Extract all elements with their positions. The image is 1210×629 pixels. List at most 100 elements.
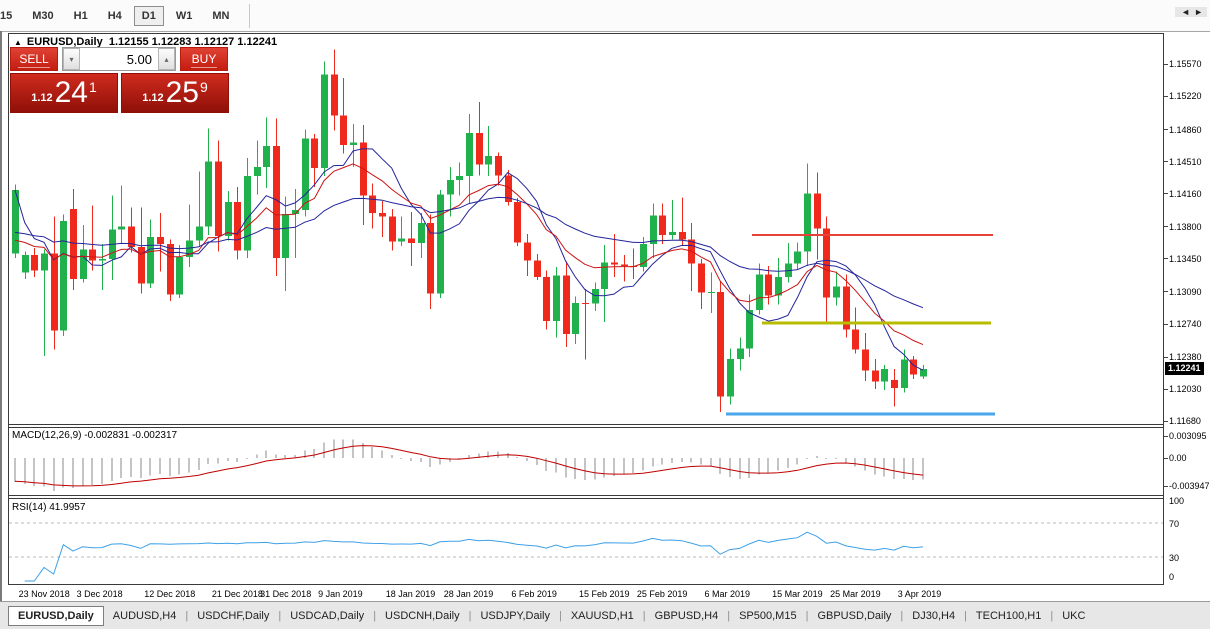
price-tick[interactable] — [1164, 64, 1168, 65]
candle[interactable] — [920, 369, 927, 377]
macd-tick[interactable] — [1164, 436, 1168, 437]
price-axis-label[interactable]: 1.12380 — [1169, 352, 1202, 362]
candle[interactable] — [524, 242, 531, 260]
chart-tab-usdjpy-daily[interactable]: USDJPY,Daily — [471, 607, 559, 625]
date-axis-label[interactable]: 15 Feb 2019 — [579, 589, 630, 599]
date-axis-label[interactable]: 3 Apr 2019 — [898, 589, 942, 599]
tab-scroll-left-button[interactable]: ◄ — [1181, 7, 1194, 17]
price-tick[interactable] — [1164, 324, 1168, 325]
toolbar-separator[interactable] — [249, 4, 250, 28]
price-tick[interactable] — [1164, 421, 1168, 422]
candle[interactable] — [331, 74, 338, 115]
chart-tab-gbpusd-daily[interactable]: GBPUSD,Daily — [808, 607, 900, 625]
candle[interactable] — [756, 274, 763, 310]
candle[interactable] — [379, 213, 386, 217]
candle[interactable] — [746, 310, 753, 349]
price-axis-label[interactable]: 1.15220 — [1169, 91, 1202, 101]
volume-decrease-button[interactable]: ▾ — [63, 48, 80, 70]
price-tick[interactable] — [1164, 258, 1168, 259]
price-tick[interactable] — [1164, 161, 1168, 162]
timeframe-button-mn[interactable]: MN — [204, 6, 237, 26]
price-axis-label[interactable]: 1.14510 — [1169, 157, 1202, 167]
candle[interactable] — [601, 262, 608, 289]
tab-scroll-right-button[interactable]: ► — [1194, 7, 1207, 17]
chart-tab-usdcnh-daily[interactable]: USDCNH,Daily — [376, 607, 469, 625]
price-axis-label[interactable]: 1.13800 — [1169, 222, 1202, 232]
rsi-axis-label[interactable]: 100 — [1169, 496, 1184, 506]
candle[interactable] — [650, 216, 657, 244]
date-axis-label[interactable]: 6 Mar 2019 — [705, 589, 751, 599]
timeframe-button-d1[interactable]: D1 — [134, 6, 164, 26]
chart-tab-audusd-h4[interactable]: AUDUSD,H4 — [104, 607, 186, 625]
price-tick[interactable] — [1164, 96, 1168, 97]
price-axis[interactable]: 1.155701.152201.148601.145101.141601.138… — [1164, 32, 1210, 585]
candle[interactable] — [234, 202, 241, 251]
date-axis-label[interactable]: 6 Feb 2019 — [511, 589, 557, 599]
candle[interactable] — [302, 139, 309, 211]
volume-increase-button[interactable]: ▴ — [158, 48, 175, 70]
candle[interactable] — [621, 264, 628, 266]
macd-canvas[interactable] — [9, 428, 1163, 495]
candle[interactable] — [447, 180, 454, 195]
candle[interactable] — [157, 237, 164, 244]
candle[interactable] — [456, 176, 463, 180]
candle[interactable] — [814, 194, 821, 229]
sell-button[interactable]: SELL — [10, 47, 58, 71]
candle[interactable] — [476, 133, 483, 164]
price-axis-label[interactable]: 1.12740 — [1169, 319, 1202, 329]
candle[interactable] — [582, 303, 589, 304]
price-tick[interactable] — [1164, 291, 1168, 292]
chart-tab-dj30-h4[interactable]: DJ30,H4 — [903, 607, 964, 625]
candle[interactable] — [563, 275, 570, 334]
candle[interactable] — [611, 262, 618, 264]
date-axis-label[interactable]: 25 Mar 2019 — [830, 589, 881, 599]
date-axis-label[interactable]: 12 Dec 2018 — [144, 589, 195, 599]
candle[interactable] — [41, 253, 48, 270]
candle[interactable] — [495, 156, 502, 175]
candle[interactable] — [794, 251, 801, 263]
candle[interactable] — [901, 360, 908, 388]
date-axis-label[interactable]: 21 Dec 2018 — [212, 589, 263, 599]
candle[interactable] — [99, 259, 106, 261]
date-axis-label[interactable]: 23 Nov 2018 — [19, 589, 70, 599]
sell-quote-box[interactable]: 1.12 24 1 — [10, 73, 118, 113]
price-tick[interactable] — [1164, 389, 1168, 390]
candle[interactable] — [852, 329, 859, 349]
candle[interactable] — [340, 116, 347, 145]
candle[interactable] — [737, 349, 744, 359]
price-axis-label[interactable]: 1.11680 — [1169, 416, 1201, 426]
candle[interactable] — [225, 202, 232, 236]
date-axis-label[interactable]: 18 Jan 2019 — [386, 589, 436, 599]
candle[interactable] — [60, 221, 67, 330]
date-axis-label[interactable]: 31 Dec 2018 — [260, 589, 311, 599]
candle[interactable] — [31, 255, 38, 271]
candle[interactable] — [717, 292, 724, 397]
candle[interactable] — [418, 223, 425, 243]
candle[interactable] — [862, 350, 869, 371]
chart-tab-gbpusd-h4[interactable]: GBPUSD,H4 — [646, 607, 728, 625]
candle[interactable] — [765, 274, 772, 295]
rsi-axis-label[interactable]: 0 — [1169, 572, 1174, 582]
date-axis-label[interactable]: 25 Feb 2019 — [637, 589, 688, 599]
candle[interactable] — [244, 176, 251, 250]
candle[interactable] — [22, 255, 29, 272]
chart-tab-xauusd-h1[interactable]: XAUUSD,H1 — [562, 607, 643, 625]
candle[interactable] — [427, 223, 434, 294]
chart-tab-tech100-h1[interactable]: TECH100,H1 — [967, 607, 1050, 625]
candle[interactable] — [804, 194, 811, 252]
macd-axis-label[interactable]: 0.003095 — [1169, 431, 1207, 441]
timeframe-button-h1[interactable]: H1 — [66, 6, 96, 26]
macd-axis-label[interactable]: 0.00 — [1169, 453, 1187, 463]
timeframe-button-m30[interactable]: M30 — [24, 6, 61, 26]
price-tick[interactable] — [1164, 129, 1168, 130]
price-tick[interactable] — [1164, 193, 1168, 194]
buy-button[interactable]: BUY — [180, 47, 228, 71]
candle[interactable] — [282, 214, 289, 258]
buy-quote-box[interactable]: 1.12 25 9 — [121, 73, 229, 113]
chart-tab-eurusd-daily[interactable]: EURUSD,Daily — [8, 606, 104, 626]
candle[interactable] — [176, 257, 183, 295]
candle[interactable] — [70, 209, 77, 279]
candle[interactable] — [118, 227, 125, 230]
candle[interactable] — [408, 239, 415, 244]
date-axis-label[interactable]: 28 Jan 2019 — [444, 589, 494, 599]
